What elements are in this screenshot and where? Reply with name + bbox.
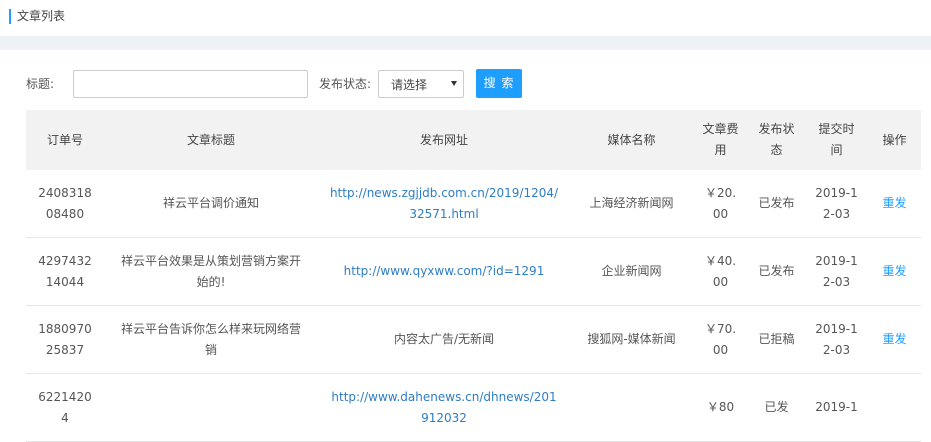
media-name-cell: 搜狐网-媒体新闻 — [587, 332, 676, 346]
col-header-order-no: 订单号 — [46, 132, 83, 147]
status-cell: 已拒稿 — [758, 332, 795, 346]
publish-url-link[interactable]: http://www.dahenews.cn/dhnews/201912032 — [318, 374, 570, 441]
table-row: 188097025837 祥云平台告诉你怎么样来玩网络营销 内容太广告/无新闻 … — [26, 306, 921, 374]
header-divider — [0, 36, 931, 50]
status-cell: 已发布 — [758, 196, 795, 210]
media-name-cell: 上海经济新闻网 — [589, 196, 674, 210]
submit-time-cell: 2019-1 — [815, 400, 858, 414]
order-no-cell: 188097025837 — [38, 321, 92, 357]
status-filter-label: 发布状态: — [319, 77, 372, 91]
caret-down-icon — [451, 81, 457, 86]
search-button[interactable]: 搜 索 — [476, 69, 522, 98]
page-title: 文章列表 — [17, 9, 66, 23]
table-header-row: 订单号 文章标题 发布网址 媒体名称 文章费用 发布状态 提交时间 操作 — [26, 110, 921, 170]
submit-time-cell: 2019-12-03 — [815, 185, 858, 221]
status-filter-select[interactable]: 请选择 — [378, 70, 464, 98]
order-no-cell: 62214204 — [38, 389, 92, 425]
col-header-action: 操作 — [882, 132, 907, 147]
media-name-cell — [570, 374, 693, 441]
col-header-media-name: 媒体名称 — [607, 132, 656, 147]
table-row: 62214204 http://www.dahenews.cn/dhnews/2… — [26, 374, 921, 442]
table-row: 240831808480 祥云平台调价通知 http://news.zgjjdb… — [26, 170, 921, 238]
resend-button[interactable]: 重发 — [868, 170, 921, 237]
col-header-publish-url: 发布网址 — [419, 132, 468, 147]
fee-cell: ￥40.00 — [704, 253, 737, 289]
status-filter-value: 请选择 — [391, 78, 428, 92]
article-title-cell: 祥云平台告诉你怎么样来玩网络营销 — [120, 321, 301, 357]
order-no-cell: 240831808480 — [38, 185, 92, 221]
fee-cell: ￥70.00 — [704, 321, 737, 357]
resend-button[interactable] — [868, 374, 921, 441]
resend-button[interactable]: 重发 — [868, 238, 921, 305]
status-cell: 已发 — [764, 400, 789, 414]
table-row: 429743214044 祥云平台效果是从策划营销方案开始的! http://w… — [26, 238, 921, 306]
col-header-fee: 文章费用 — [702, 122, 739, 157]
title-filter-label: 标题: — [26, 77, 55, 91]
title-accent-bar — [9, 9, 11, 24]
article-title-cell: 祥云平台效果是从策划营销方案开始的! — [120, 253, 301, 289]
submit-time-cell: 2019-12-03 — [815, 253, 858, 289]
status-cell: 已发布 — [758, 264, 795, 278]
article-title-cell: 祥云平台调价通知 — [162, 196, 259, 210]
fee-cell: ￥80 — [706, 400, 735, 414]
title-filter-input[interactable] — [73, 70, 308, 98]
article-table: 订单号 文章标题 发布网址 媒体名称 文章费用 发布状态 提交时间 操作 240… — [26, 110, 921, 442]
publish-url-link[interactable]: http://news.zgjjdb.com.cn/2019/1204/3257… — [318, 170, 570, 237]
publish-url-cell: 内容太广告/无新闻 — [393, 332, 495, 346]
publish-url-link[interactable]: http://www.qyxww.com/?id=1291 — [318, 238, 570, 305]
filter-bar: 标题: 发布状态: 请选择 搜 索 — [10, 50, 931, 110]
page-header: 文章列表 — [0, 0, 931, 36]
col-header-submit-time: 提交时间 — [818, 122, 855, 157]
submit-time-cell: 2019-12-03 — [815, 321, 858, 357]
order-no-cell: 429743214044 — [38, 253, 92, 289]
media-name-cell: 企业新闻网 — [601, 264, 662, 278]
resend-button[interactable]: 重发 — [868, 306, 921, 373]
article-title-cell — [104, 374, 318, 441]
fee-cell: ￥20.00 — [704, 185, 737, 221]
col-header-status: 发布状态 — [758, 122, 795, 157]
article-list-panel: 标题: 发布状态: 请选择 搜 索 订单号 文章标题 发布网址 媒体名称 文章费… — [10, 50, 931, 442]
col-header-article-title: 文章标题 — [186, 132, 235, 147]
